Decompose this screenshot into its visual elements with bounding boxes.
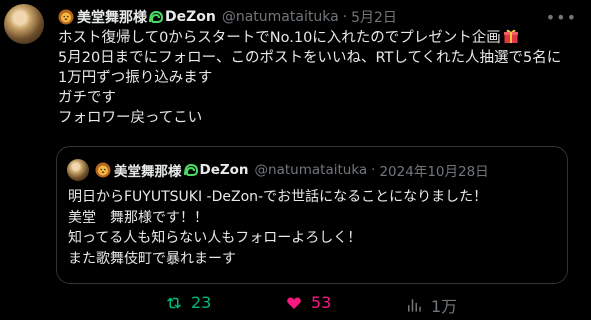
meta-separator: ·	[371, 162, 376, 178]
quote-line: 美堂 舞那様です！！	[68, 209, 208, 226]
views-count: 1万	[431, 297, 458, 316]
quoted-post[interactable]: 美堂舞那様 DeZon @natumataituka · 2024年10月28日…	[56, 146, 568, 284]
quote-line: 明日からFUYUTSUKI -DeZon-でお世話になることになりました！	[68, 189, 488, 205]
lion-emoji-icon	[95, 162, 111, 178]
avatar[interactable]	[4, 4, 44, 44]
quote-line: 知ってる人も知らない人もフォローよろしく！	[68, 230, 362, 246]
quote-date: 2024年10月28日	[379, 164, 489, 180]
quote-header: 美堂舞那様 DeZon @natumataituka · 2024年10月28日	[95, 159, 489, 181]
views-button[interactable]: 1万	[405, 293, 457, 317]
like-count: 53	[311, 293, 332, 312]
more-horizontal-icon[interactable]: •••	[546, 8, 577, 27]
quote-author-brand: DeZon	[199, 162, 249, 178]
post-line: フォロワー戻ってこい	[58, 110, 203, 126]
author-brand[interactable]: DeZon	[165, 9, 216, 25]
post-line: ガチです	[58, 90, 116, 106]
post-line: 5月20日までにフォロー、このポストをいいね、RTしてくれた人抽選で5名に	[58, 50, 562, 66]
dezon-logo-icon	[149, 10, 164, 23]
dezon-logo-icon	[183, 163, 198, 176]
post-line: 1万円ずつ振り込みます	[58, 70, 213, 86]
quote-author-name: 美堂舞那様	[114, 164, 182, 180]
author-handle[interactable]: @natumataituka	[222, 9, 339, 25]
heart-icon	[287, 297, 301, 309]
meta-separator: ·	[342, 9, 348, 25]
retweet-button[interactable]: 23	[165, 293, 211, 312]
retweet-icon	[167, 297, 181, 308]
post-header: 美堂舞那様 DeZon @natumataituka · 5月2日	[58, 6, 397, 28]
lion-emoji-icon	[58, 9, 74, 25]
quote-handle: @natumataituka	[254, 162, 368, 178]
quote-body: 明日からFUYUTSUKI -DeZon-でお世話になることになりました！ 美堂…	[68, 187, 558, 269]
author-name[interactable]: 美堂舞那様	[77, 7, 147, 27]
retweet-count: 23	[191, 293, 212, 312]
gift-emoji-icon	[503, 29, 518, 43]
post-line: ホスト復帰して0からスタートでNo.10に入れたのでプレゼント企画	[58, 28, 578, 48]
analytics-icon	[408, 299, 421, 312]
quote-line: また歌舞伎町で暴れまーす	[68, 250, 236, 267]
like-button[interactable]: 53	[285, 293, 331, 312]
post-body: ホスト復帰して0からスタートでNo.10に入れたのでプレゼント企画 5月20日ま…	[58, 28, 578, 128]
quote-avatar	[67, 159, 89, 181]
post-date[interactable]: 5月2日	[351, 7, 397, 27]
